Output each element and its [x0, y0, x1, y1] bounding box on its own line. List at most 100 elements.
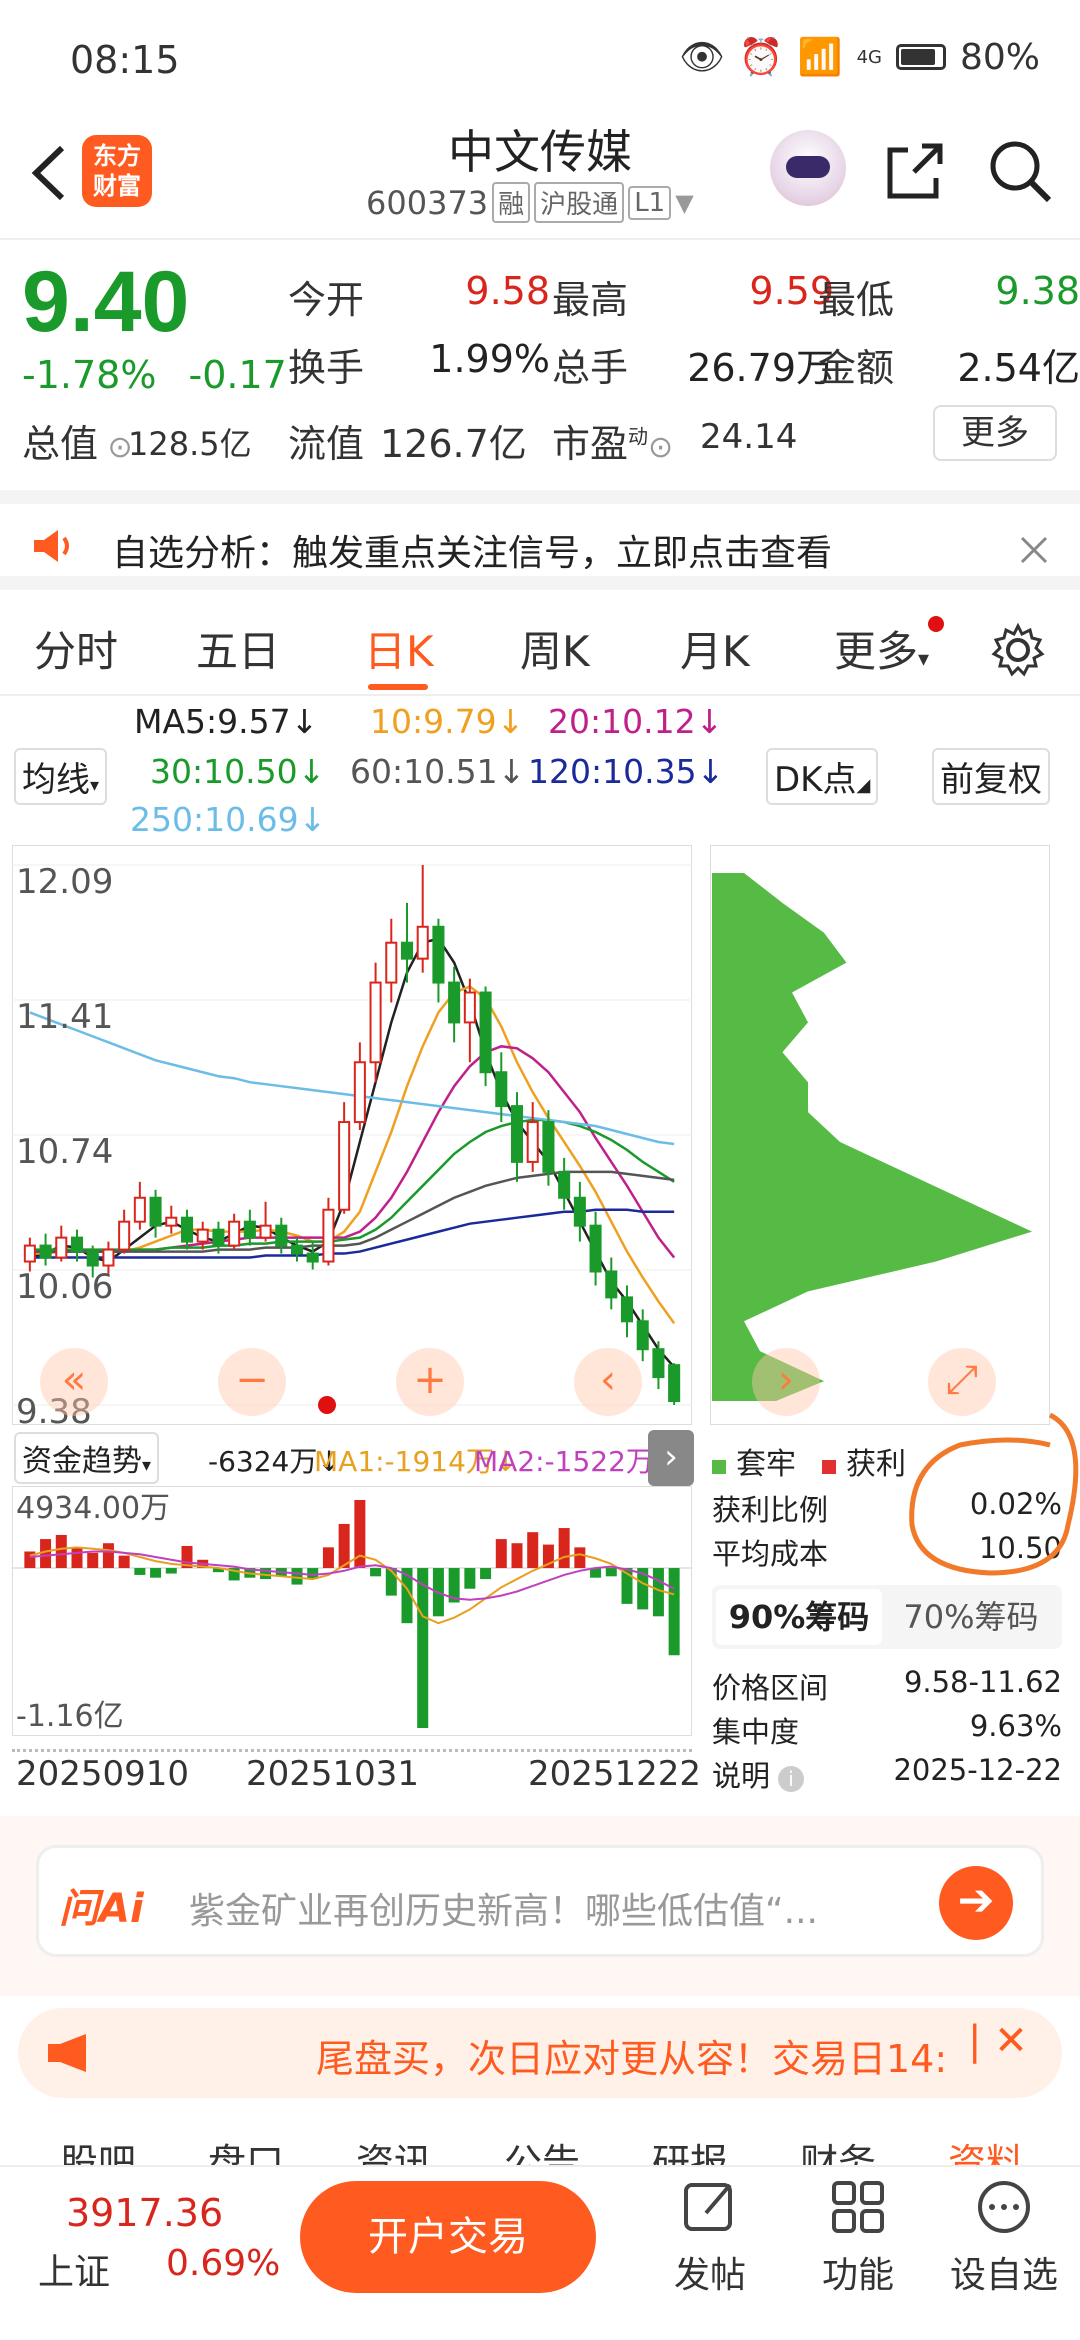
ai-search-box[interactable]: 问Ai 紫金矿业再创历史新高！哪些低估值“... ➔ [36, 1845, 1044, 1957]
subtab-2[interactable]: 资讯 [356, 2132, 432, 2168]
candle-body [70, 1236, 84, 1253]
eye-icon: 👁 [679, 37, 725, 78]
tab-daily-k[interactable]: 日K [364, 618, 434, 679]
ai-robot-avatar[interactable] [770, 130, 846, 206]
arrow-right-icon[interactable]: ➔ [939, 1866, 1013, 1940]
flow-bar [527, 1532, 539, 1569]
tab-chip-70[interactable]: 70%筹码 [888, 1589, 1054, 1645]
quote-label: 最低 [818, 278, 895, 322]
open-account-trade-button[interactable]: 开户交易 [300, 2181, 596, 2293]
float-value: 126.7亿 [380, 422, 527, 466]
zoom-in-icon[interactable]: + [396, 1348, 464, 1416]
index-name[interactable]: 上证 [38, 2243, 110, 2295]
nav-function[interactable]: 功能 [798, 2177, 918, 2298]
candle-body [416, 925, 429, 960]
price-change: -1.78% -0.17 [22, 353, 287, 397]
pe-value: 24.14 [700, 417, 798, 457]
fund-flow-selector[interactable]: 资金趋势▾ [14, 1432, 160, 1484]
kline-chart[interactable]: 12.0911.4110.7410.069.38 [12, 845, 692, 1425]
subtab-5[interactable]: 财务 [800, 2132, 876, 2168]
flow-bar [165, 1568, 177, 1574]
chip-legend: 套牢 获利 [712, 1439, 906, 1483]
scroll-left-double-icon[interactable]: « [40, 1348, 108, 1416]
share-icon[interactable] [880, 136, 950, 206]
quote-value: 26.79万 [687, 346, 834, 390]
stock-header: 东方财富 中文传媒 600373 融 沪股通 L1 ▼ [0, 110, 1080, 240]
concentration-row: 集中度 9.63% [712, 1709, 1062, 1749]
chevron-down-icon[interactable]: ▼ [675, 189, 693, 217]
candle-body [479, 991, 492, 1074]
candle-body [180, 1216, 194, 1243]
network-label: 4G [856, 46, 882, 68]
adjust-selector[interactable]: 前复权 [932, 748, 1050, 805]
subtab-6[interactable]: 资料 [948, 2132, 1024, 2168]
date-start: 20250910 [16, 1754, 190, 1794]
tab-monthly-k[interactable]: 月K [680, 618, 750, 679]
promo-close-icon[interactable]: | ✕ [968, 2018, 1028, 2064]
settings-gear-icon[interactable] [990, 622, 1046, 678]
promo-banner[interactable]: 尾盘买，次日应对更从容！交易日14: | ✕ [18, 2008, 1062, 2098]
tab-intraday[interactable]: 分时 [34, 618, 118, 679]
candle-body [495, 1071, 508, 1108]
total-value-label: 总值 ⊙ [22, 422, 133, 466]
candle-body [542, 1121, 555, 1173]
legend-profit: 获利 [822, 1439, 906, 1483]
dk-point-selector[interactable]: DK点◢ [766, 748, 879, 805]
tab-more[interactable]: 更多▾ [834, 618, 929, 679]
pe-label: 市盈动⊙ [552, 422, 674, 466]
subtab-4[interactable]: 研报 [652, 2132, 728, 2168]
status-icons: 👁 ⏰ 📶 4G 80% [679, 36, 1040, 79]
tab-five-day[interactable]: 五日 [196, 618, 280, 679]
flow-expand-button[interactable]: › [648, 1430, 694, 1486]
tab-weekly-k[interactable]: 周K [520, 618, 590, 679]
ma-selector[interactable]: 均线▾ [14, 748, 108, 805]
stock-code-row: 600373 融 沪股通 L1 ▼ [366, 182, 694, 223]
note-row[interactable]: 说明 i 2025-12-22 [712, 1753, 1062, 1795]
candle-body [338, 1121, 351, 1211]
flow-bar [338, 1523, 350, 1569]
more-button[interactable]: 更多 [933, 405, 1057, 461]
candle-body [259, 1224, 272, 1239]
expand-right-icon[interactable]: › [752, 1348, 820, 1416]
promo-text: 尾盘买，次日应对更从容！交易日14: [316, 2037, 948, 2081]
quote-value: 1.99% [429, 337, 550, 381]
flow-y-min: -1.16亿 [16, 1699, 124, 1734]
chip-distribution-chart[interactable] [710, 845, 1050, 1425]
edit-icon [684, 2183, 732, 2231]
flow-bar [71, 1547, 83, 1569]
notice-text: 自选分析：触发重点关注信号，立即点击查看 [112, 533, 833, 574]
subtab-3[interactable]: 公告 [504, 2132, 580, 2168]
tab-chip-90[interactable]: 90%筹码 [716, 1589, 882, 1645]
nav-watchlist[interactable]: 设自选 [944, 2177, 1064, 2298]
quote-label: 换手 [288, 346, 365, 390]
alarm-icon: ⏰ [738, 37, 784, 78]
zoom-out-icon[interactable]: − [218, 1348, 286, 1416]
nav-post[interactable]: 发帖 [650, 2177, 770, 2298]
candle-body [526, 1121, 539, 1163]
notice-bar[interactable]: 自选分析：触发重点关注信号，立即点击查看 [0, 490, 1080, 590]
tag-connect: 沪股通 [534, 182, 625, 223]
fund-flow-header: 资金趋势▾ -6324万↓ MA1:-1914万↓ MA2:-1522万↓ [12, 1430, 692, 1484]
quote-label: 金额 [818, 346, 895, 390]
chip-info-panel: 套牢 获利 获利比例 0.02% 平均成本 10.50 90%筹码 70%筹码 价格… [700, 1412, 1080, 1805]
speaker-icon [34, 530, 69, 562]
quote-panel: 9.40 -1.78% -0.17 今开 9.58 最高 9.59 最低 9.38 换手 1.… [0, 245, 1080, 485]
flow-bar [558, 1528, 570, 1569]
close-icon[interactable] [1018, 534, 1050, 566]
flow-bar [40, 1539, 52, 1569]
index-value[interactable]: 3917.36 [66, 2191, 223, 2235]
search-icon[interactable] [985, 136, 1055, 206]
index-percent[interactable]: 0.69% [166, 2243, 280, 2284]
sub-tabs: 股吧 盘口 资讯 公告 研报 财务 资料 [0, 2118, 1080, 2168]
scroll-left-icon[interactable]: ‹ [574, 1348, 642, 1416]
y-tick-label: 12.09 [16, 862, 113, 902]
date-end: 20251222 [528, 1754, 702, 1794]
fund-flow-chart[interactable]: 4934.00万 -1.16亿 [12, 1486, 692, 1736]
subtab-0[interactable]: 股吧 [60, 2132, 136, 2168]
candle-body [652, 1348, 665, 1379]
subtab-1[interactable]: 盘口 [208, 2132, 284, 2168]
info-icon[interactable]: i [778, 1766, 805, 1792]
candle-body [573, 1196, 586, 1227]
price-range-row: 价格区间 9.58-11.62 [712, 1665, 1062, 1705]
flow-bar [480, 1568, 492, 1580]
